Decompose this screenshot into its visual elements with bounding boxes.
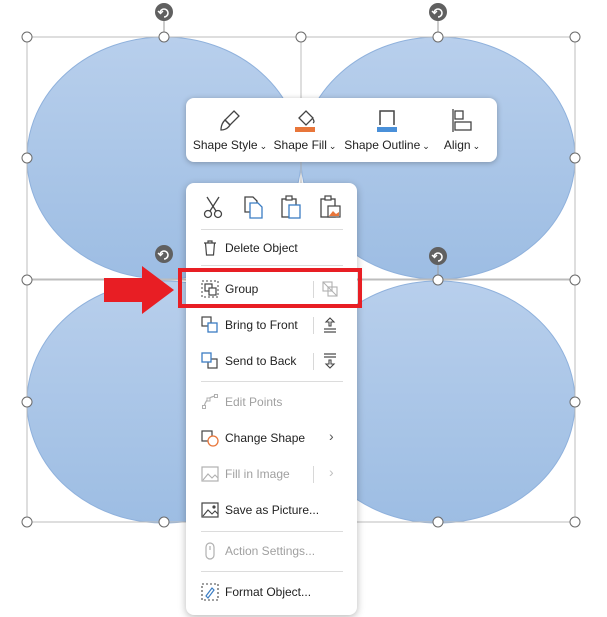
menu-separator — [201, 229, 343, 230]
align-button[interactable]: Align ⌄ — [434, 98, 490, 162]
trash-icon — [204, 240, 216, 256]
bring-forward-icon — [324, 317, 336, 333]
menu-item-bring-to-front[interactable]: Bring to Front — [186, 310, 357, 340]
rotate-icon[interactable] — [429, 247, 447, 265]
align-icon — [452, 109, 472, 132]
shape-outline-button[interactable]: Shape Outline ⌄ — [340, 98, 434, 162]
highlight-box-group — [178, 268, 362, 308]
menu-item-divider — [313, 466, 314, 483]
menu-item-change-shape[interactable]: Change Shape › — [186, 423, 357, 453]
menu-item-label: Action Settings... — [225, 544, 316, 558]
red-arrow-icon — [104, 266, 174, 314]
menu-item-label: Send to Back — [225, 354, 297, 368]
paint-bucket-icon — [295, 110, 315, 132]
menu-item-delete-object[interactable]: Delete Object — [186, 233, 357, 263]
menu-item-save-as-picture[interactable]: Save as Picture... — [186, 495, 357, 525]
send-backward-icon — [324, 353, 336, 369]
menu-item-label: Edit Points — [225, 395, 283, 409]
menu-item-label: Bring to Front — [225, 318, 298, 332]
chevron-down-icon: ⌄ — [422, 141, 430, 151]
shape-style-button[interactable]: Shape Style ⌄ — [190, 98, 270, 162]
action-settings-icon — [205, 542, 215, 560]
edit-points-icon — [202, 394, 218, 409]
menu-item-divider — [313, 353, 314, 370]
menu-item-action-settings: Action Settings... — [186, 536, 357, 566]
shape-mini-toolbar: Shape Style ⌄ Shape Fill ⌄ Shape Outline ⌄ … — [186, 98, 497, 162]
send-to-back-icon — [201, 352, 218, 369]
menu-item-label: Delete Object — [225, 241, 298, 255]
chevron-down-icon: ⌄ — [259, 141, 268, 151]
menu-item-send-to-back[interactable]: Send to Back — [186, 346, 357, 376]
rotate-icon[interactable] — [155, 3, 173, 21]
menu-item-label: Format Object... — [225, 585, 312, 599]
shape-outline-label: Shape Outline — [344, 138, 421, 152]
shape-style-label: Shape Style — [192, 138, 258, 152]
cut-icon[interactable] — [200, 193, 226, 221]
bring-to-front-icon — [201, 316, 218, 333]
menu-separator — [201, 571, 343, 572]
menu-separator — [201, 265, 343, 266]
chevron-right-icon: › — [329, 464, 334, 480]
copy-icon[interactable] — [239, 193, 265, 221]
rotate-icon[interactable] — [155, 245, 173, 263]
shape-fill-button[interactable]: Shape Fill ⌄ — [270, 98, 340, 162]
paste-icon[interactable] — [278, 193, 304, 221]
chevron-down-icon: ⌄ — [472, 141, 481, 151]
paste-picture-icon[interactable] — [317, 193, 343, 221]
chevron-down-icon: ⌄ — [328, 141, 337, 151]
format-object-icon — [201, 583, 219, 601]
menu-separator — [201, 381, 343, 382]
clipboard-row — [186, 193, 357, 223]
rotate-icon[interactable] — [429, 3, 447, 21]
save-picture-icon — [201, 502, 219, 518]
change-shape-icon — [201, 430, 219, 447]
shape-fill-label: Shape Fill — [273, 138, 327, 152]
shape-outline-icon — [377, 110, 397, 132]
menu-item-divider — [313, 317, 314, 334]
menu-item-fill-in-image: Fill in Image › — [186, 459, 357, 489]
align-label: Align — [443, 138, 471, 152]
fill-image-icon — [201, 466, 219, 482]
context-menu: Delete Object Group Bring to Front Send … — [186, 183, 357, 615]
menu-separator — [201, 531, 343, 532]
menu-item-label: Save as Picture... — [225, 503, 320, 517]
menu-item-label: Fill in Image — [225, 467, 290, 481]
menu-item-edit-points: Edit Points — [186, 387, 357, 417]
menu-item-format-object[interactable]: Format Object... — [186, 577, 357, 607]
chevron-right-icon: › — [329, 428, 334, 444]
brush-icon — [220, 110, 240, 131]
menu-item-label: Change Shape — [225, 431, 306, 445]
